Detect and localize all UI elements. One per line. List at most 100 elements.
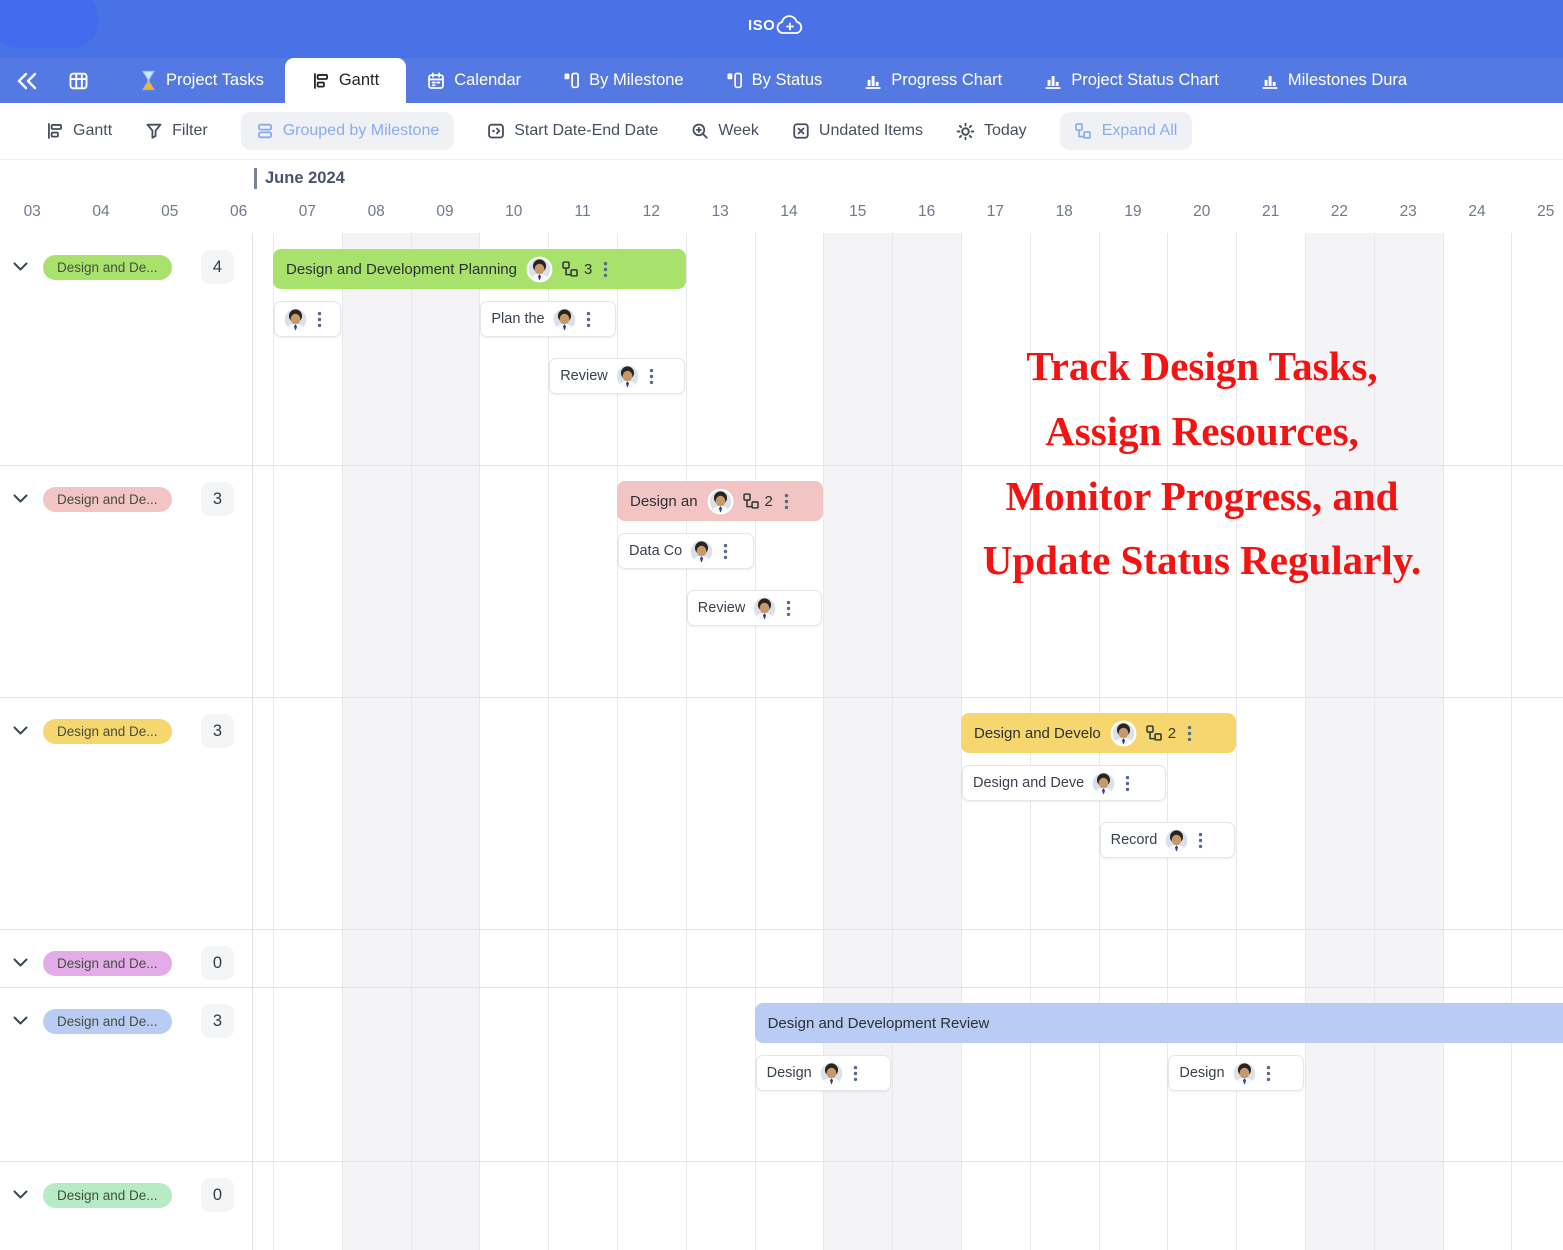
day-label: 19 bbox=[1109, 203, 1157, 221]
collapse-group-button[interactable] bbox=[13, 1190, 28, 1200]
logo-text: ISO bbox=[748, 13, 775, 39]
gantt-task-chip[interactable]: Design and Deve bbox=[962, 765, 1166, 801]
gantt-task-chip[interactable]: Record bbox=[1100, 822, 1236, 858]
toolbar-start-date-end-date[interactable]: Start Date-End Date bbox=[487, 122, 658, 140]
tab-milestones-dura[interactable]: Milestones Dura bbox=[1240, 58, 1428, 103]
more-menu-icon bbox=[1187, 725, 1192, 742]
more-menu-button[interactable] bbox=[601, 261, 610, 278]
toolbar-today[interactable]: Today bbox=[956, 122, 1027, 141]
group-row-header: Design and De...3 bbox=[0, 479, 252, 519]
day-label: 17 bbox=[971, 203, 1019, 221]
task-count-badge: 3 bbox=[201, 714, 234, 748]
toolbar-week[interactable]: Week bbox=[691, 122, 759, 140]
toolbar-filter[interactable]: Filter bbox=[145, 122, 208, 140]
gantt-bar-milestone[interactable]: Design and Development Planning 3 bbox=[273, 249, 686, 289]
collapse-group-button[interactable] bbox=[13, 262, 28, 272]
tab-label: Milestones Dura bbox=[1288, 71, 1407, 90]
top-bar: ISO bbox=[0, 0, 1563, 58]
tab-by-milestone[interactable]: By Milestone bbox=[542, 58, 704, 103]
more-menu-icon bbox=[1125, 775, 1130, 792]
table-icon bbox=[68, 71, 89, 91]
gantt-bar-milestone[interactable]: Design and Develo 2 bbox=[961, 713, 1236, 753]
collapse-group-button[interactable] bbox=[13, 726, 28, 736]
task-chip-label: Design and Deve bbox=[973, 775, 1084, 791]
table-view-button[interactable] bbox=[68, 71, 89, 91]
gantt-task-chip[interactable]: Data Co bbox=[618, 533, 754, 569]
gantt-task-chip[interactable] bbox=[274, 301, 341, 337]
toolbar-expand-all[interactable]: Expand All bbox=[1060, 112, 1193, 150]
gridline bbox=[1443, 233, 1444, 1250]
tab-calendar[interactable]: Calendar bbox=[406, 58, 542, 103]
toolbar-undated-items[interactable]: Undated Items bbox=[792, 122, 923, 140]
bar-chart-icon bbox=[1261, 72, 1279, 90]
more-menu-button[interactable] bbox=[1196, 832, 1205, 849]
assignee-avatar bbox=[707, 488, 734, 515]
board-icon bbox=[563, 72, 580, 89]
more-menu-icon bbox=[649, 368, 654, 385]
gridline bbox=[273, 233, 274, 1250]
tab-project-status-chart[interactable]: Project Status Chart bbox=[1023, 58, 1240, 103]
group-separator bbox=[0, 1161, 1563, 1162]
milestone-pill[interactable]: Design and De... bbox=[43, 1183, 172, 1208]
chevron-double-left-icon bbox=[16, 72, 38, 90]
more-menu-button[interactable] bbox=[647, 368, 656, 385]
gantt-task-chip[interactable]: Design bbox=[1168, 1055, 1304, 1091]
sun-icon bbox=[956, 122, 975, 141]
milestone-pill[interactable]: Design and De... bbox=[43, 1009, 172, 1034]
gantt-task-chip[interactable]: Plan the bbox=[480, 301, 616, 337]
more-menu-button[interactable] bbox=[851, 1065, 860, 1082]
assignee-avatar bbox=[1163, 827, 1190, 854]
tab-by-status[interactable]: By Status bbox=[705, 58, 844, 103]
gantt-bar-milestone[interactable]: Design and Development Review bbox=[755, 1003, 1563, 1043]
collapse-group-button[interactable] bbox=[13, 494, 28, 504]
collapse-sidebar-button[interactable] bbox=[16, 72, 38, 90]
gridline bbox=[1511, 233, 1512, 1250]
milestone-pill[interactable]: Design and De... bbox=[43, 487, 172, 512]
gantt-task-chip[interactable]: Design bbox=[756, 1055, 892, 1091]
task-count-badge: 3 bbox=[201, 1004, 234, 1038]
toolbar-label: Filter bbox=[172, 122, 208, 140]
month-tick bbox=[254, 168, 257, 189]
tab-gantt[interactable]: Gantt bbox=[285, 58, 406, 103]
milestone-pill[interactable]: Design and De... bbox=[43, 719, 172, 744]
day-label: 05 bbox=[146, 203, 194, 221]
assignee-avatar bbox=[751, 595, 778, 622]
more-menu-button[interactable] bbox=[721, 543, 730, 560]
more-menu-icon bbox=[786, 600, 791, 617]
gridline bbox=[1374, 233, 1375, 1250]
assignee-avatar bbox=[526, 256, 553, 283]
chevron-down-icon bbox=[13, 958, 28, 968]
gantt-task-chip[interactable]: Review bbox=[549, 358, 685, 394]
more-menu-button[interactable] bbox=[1185, 725, 1194, 742]
tab-label: Project Tasks bbox=[166, 71, 264, 90]
more-menu-button[interactable] bbox=[584, 311, 593, 328]
more-menu-button[interactable] bbox=[782, 493, 791, 510]
collapse-group-button[interactable] bbox=[13, 958, 28, 968]
more-menu-button[interactable] bbox=[1123, 775, 1132, 792]
gantt-bar-milestone[interactable]: Design an 2 bbox=[617, 481, 823, 521]
tab-progress-chart[interactable]: Progress Chart bbox=[843, 58, 1023, 103]
day-label: 18 bbox=[1040, 203, 1088, 221]
collapse-group-button[interactable] bbox=[13, 1016, 28, 1026]
toolbar-grouped-by-milestone[interactable]: Grouped by Milestone bbox=[241, 112, 455, 150]
more-menu-icon bbox=[853, 1065, 858, 1082]
task-chip-label: Design bbox=[1179, 1065, 1224, 1081]
more-menu-button[interactable] bbox=[784, 600, 793, 617]
tab-label: By Status bbox=[752, 71, 823, 90]
more-menu-button[interactable] bbox=[315, 311, 324, 328]
gantt-task-chip[interactable]: Review bbox=[687, 590, 823, 626]
assignee-avatar bbox=[818, 1060, 845, 1087]
more-menu-button[interactable] bbox=[1264, 1065, 1273, 1082]
tab-label: Calendar bbox=[454, 71, 521, 90]
assignee-avatar bbox=[818, 1060, 845, 1087]
tab-label: Progress Chart bbox=[891, 71, 1002, 90]
milestone-pill[interactable]: Design and De... bbox=[43, 255, 172, 280]
task-chip-label: Design bbox=[767, 1065, 812, 1081]
milestone-pill[interactable]: Design and De... bbox=[43, 951, 172, 976]
day-label: 15 bbox=[834, 203, 882, 221]
toolbar-gantt[interactable]: Gantt bbox=[46, 122, 112, 140]
assignee-avatar bbox=[1090, 770, 1117, 797]
day-label: 24 bbox=[1453, 203, 1501, 221]
tab-project-tasks[interactable]: Project Tasks bbox=[119, 58, 285, 103]
timeline-header: June 2024 030405060708091011121314151617… bbox=[0, 160, 1563, 234]
